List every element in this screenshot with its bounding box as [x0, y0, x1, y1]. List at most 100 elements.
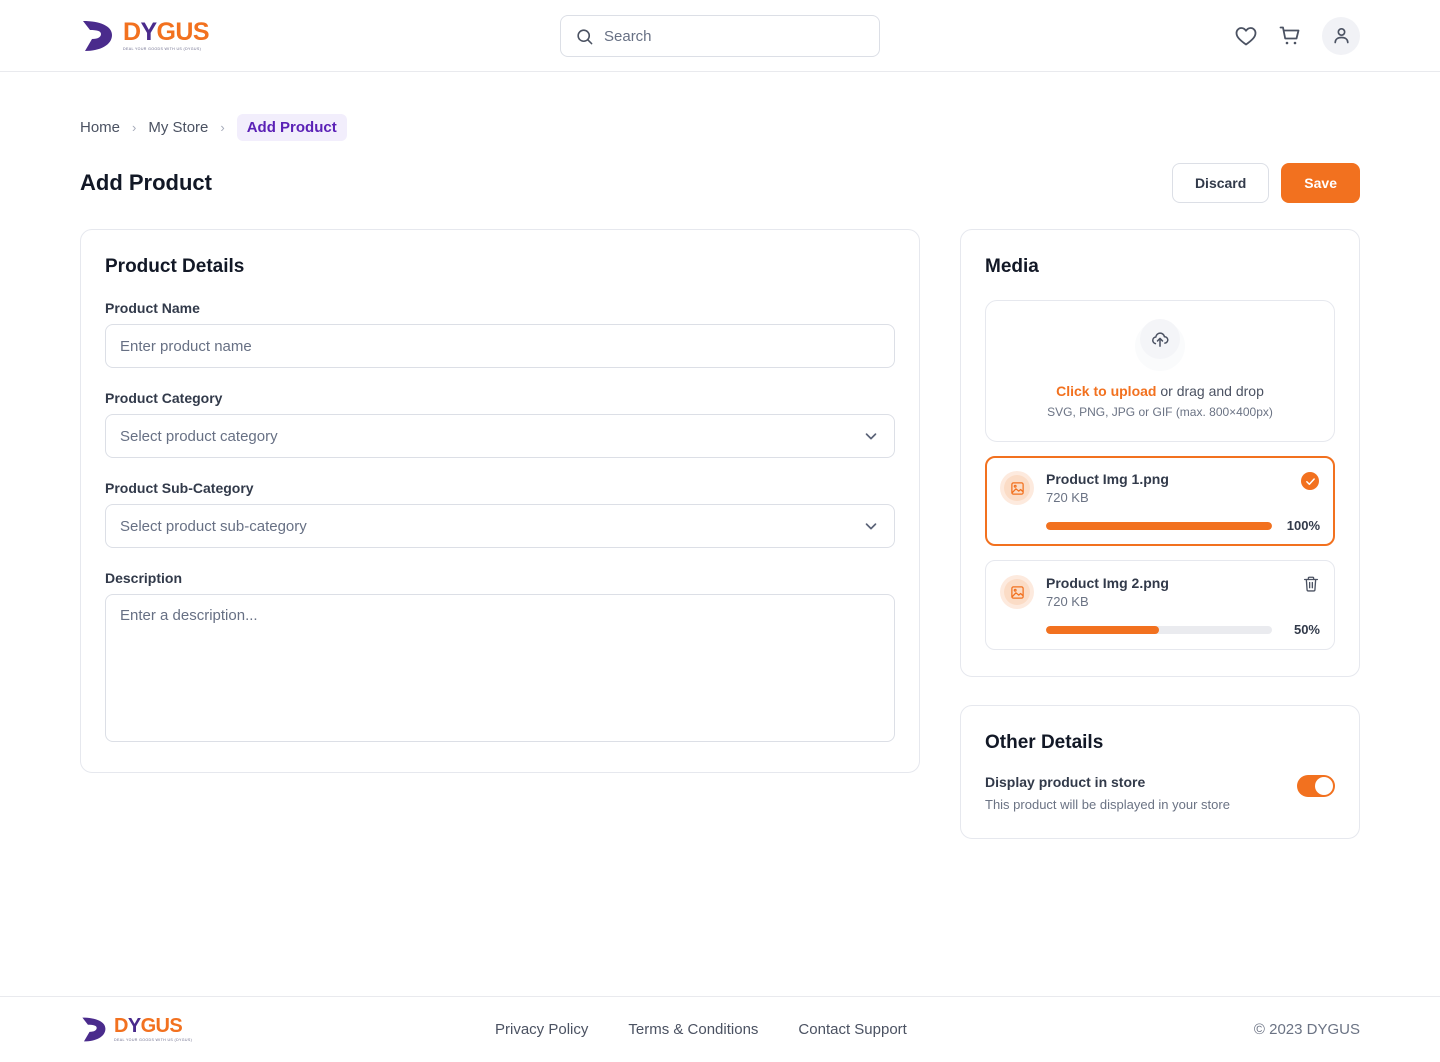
- progress-track: [1046, 625, 1272, 634]
- description-group: Description Enter a description...: [105, 570, 895, 742]
- file-name: Product Img 1.png: [1046, 471, 1169, 487]
- brand-wordmark: DYGUS DEAL YOUR GOODS WITH US (DYGUS): [123, 17, 210, 52]
- description-label: Description: [105, 570, 183, 586]
- avatar[interactable]: [1322, 16, 1360, 55]
- search-input[interactable]: Search: [560, 15, 880, 57]
- save-button[interactable]: Save: [1281, 163, 1360, 203]
- brand-name: DYGUS: [123, 17, 210, 46]
- footer-brand-tagline: DEAL YOUR GOODS WITH US (DYGUS): [114, 1038, 193, 1043]
- content-columns: Product Details Product Name Enter produ…: [80, 229, 1360, 839]
- upload-icon-inner: [1140, 319, 1180, 359]
- other-details-card: Other Details Display product in store T…: [960, 705, 1360, 839]
- discard-button[interactable]: Discard: [1171, 163, 1270, 203]
- header-icon-group: [1234, 16, 1360, 55]
- breadcrumb: Home › My Store › Add Product: [80, 114, 1360, 141]
- file-progress-row: 50%: [1046, 622, 1320, 637]
- footer-links: Privacy Policy Terms & Conditions Contac…: [495, 1021, 907, 1038]
- footer-link-terms-conditions[interactable]: Terms & Conditions: [628, 1021, 758, 1038]
- page-title: Add Product: [80, 170, 212, 195]
- media-file-item[interactable]: Product Img 2.png 720 KB 50%: [985, 560, 1335, 650]
- footer-logo[interactable]: DYGUS DEAL YOUR GOODS WITH US (DYGUS): [80, 1016, 192, 1043]
- file-thumbnail: [1000, 575, 1034, 609]
- product-name-placeholder: Enter product name: [120, 337, 252, 355]
- product-details-heading: Product Details: [105, 256, 245, 277]
- product-subcategory-placeholder: Select product sub-category: [120, 517, 307, 535]
- heart-icon[interactable]: [1234, 24, 1258, 48]
- file-size: 720 KB: [1046, 594, 1089, 609]
- brand-logo[interactable]: DYGUS DEAL YOUR GOODS WITH US (DYGUS): [80, 17, 210, 53]
- description-textarea[interactable]: Enter a description...: [105, 594, 895, 742]
- file-thumbnail: [1000, 471, 1034, 505]
- drag-drop-text: or drag and drop: [1156, 383, 1264, 399]
- footer-wordmark: DYGUS DEAL YOUR GOODS WITH US (DYGUS): [114, 1016, 192, 1043]
- product-category-select[interactable]: Select product category: [105, 414, 895, 458]
- file-info: Product Img 1.png 720 KB 100%: [1046, 471, 1320, 533]
- progress-fill: [1046, 625, 1159, 634]
- upload-dropzone[interactable]: Click to upload or drag and drop SVG, PN…: [985, 300, 1335, 442]
- file-size: 720 KB: [1046, 490, 1089, 505]
- click-to-upload-link[interactable]: Click to upload: [1056, 383, 1156, 399]
- dygus-logo-mark: [83, 20, 112, 51]
- trash-icon: [1303, 576, 1319, 592]
- media-heading: Media: [985, 256, 1039, 277]
- search-placeholder: Search: [604, 27, 652, 45]
- file-delete-action[interactable]: [1302, 575, 1320, 598]
- breadcrumb-separator-icon: ›: [220, 120, 225, 135]
- display-in-store-toggle[interactable]: [1297, 775, 1335, 797]
- product-subcategory-label: Product Sub-Category: [105, 480, 254, 496]
- description-placeholder: Enter a description...: [120, 607, 258, 624]
- product-category-group: Product Category Select product category: [105, 390, 895, 458]
- product-subcategory-select[interactable]: Select product sub-category: [105, 504, 895, 548]
- cloud-upload-icon: [1152, 332, 1169, 347]
- user-icon: [1333, 28, 1349, 44]
- left-column: Product Details Product Name Enter produ…: [80, 229, 920, 773]
- image-icon: [1010, 585, 1024, 599]
- file-info: Product Img 2.png 720 KB 50%: [1046, 575, 1320, 637]
- copyright: © 2023 DYGUS: [1253, 1021, 1360, 1038]
- upload-main-text: Click to upload or drag and drop: [1002, 383, 1318, 399]
- product-name-group: Product Name Enter product name: [105, 300, 895, 368]
- footer-link-privacy-policy[interactable]: Privacy Policy: [495, 1021, 588, 1038]
- upload-icon-wrap: [1135, 319, 1185, 371]
- display-in-store-label: Display product in store: [985, 774, 1146, 790]
- progress-track: [1046, 521, 1272, 530]
- file-status-action[interactable]: [1301, 472, 1319, 490]
- product-category-placeholder: Select product category: [120, 427, 278, 445]
- chevron-down-icon: [865, 523, 877, 530]
- right-column: Media Click to upload or drag and drop S…: [960, 229, 1360, 839]
- product-name-input[interactable]: Enter product name: [105, 324, 895, 368]
- image-icon: [1010, 481, 1024, 495]
- footer-link-contact-support[interactable]: Contact Support: [798, 1021, 906, 1038]
- chevron-down-icon: [865, 433, 877, 440]
- footer-brand-name: DYGUS: [114, 1015, 183, 1038]
- dygus-logo-mark: [82, 1017, 106, 1042]
- progress-label: 50%: [1293, 622, 1320, 637]
- upload-hint: SVG, PNG, JPG or GIF (max. 800×400px): [1047, 405, 1273, 419]
- product-category-label: Product Category: [105, 390, 223, 406]
- page-body: Home › My Store › Add Product Add Produc…: [0, 114, 1440, 839]
- media-card: Media Click to upload or drag and drop S…: [960, 229, 1360, 677]
- breadcrumb-separator-icon: ›: [132, 120, 137, 135]
- product-details-card: Product Details Product Name Enter produ…: [80, 229, 920, 773]
- breadcrumb-item-add-product[interactable]: Add Product: [236, 114, 347, 141]
- app-footer: DYGUS DEAL YOUR GOODS WITH US (DYGUS) Pr…: [0, 996, 1440, 1062]
- progress-fill: [1046, 521, 1272, 530]
- media-file-item[interactable]: Product Img 1.png 720 KB 100%: [985, 456, 1335, 546]
- product-name-label: Product Name: [105, 300, 200, 316]
- display-in-store-description: This product will be displayed in your s…: [985, 797, 1230, 812]
- cart-icon[interactable]: [1278, 24, 1302, 48]
- page-actions: Discard Save: [1171, 163, 1360, 203]
- breadcrumb-item-my-store[interactable]: My Store: [148, 119, 208, 136]
- file-progress-row: 100%: [1046, 518, 1320, 533]
- page-header-row: Add Product Discard Save: [80, 163, 1360, 203]
- progress-label: 100%: [1286, 518, 1320, 533]
- display-in-store-text: Display product in store This product wi…: [985, 774, 1230, 812]
- file-name: Product Img 2.png: [1046, 575, 1169, 591]
- display-in-store-row: Display product in store This product wi…: [985, 774, 1335, 812]
- app-header: DYGUS DEAL YOUR GOODS WITH US (DYGUS) Se…: [0, 0, 1440, 72]
- product-subcategory-group: Product Sub-Category Select product sub-…: [105, 480, 895, 548]
- other-details-heading: Other Details: [985, 732, 1104, 753]
- check-circle-icon: [1301, 472, 1319, 490]
- breadcrumb-item-home[interactable]: Home: [80, 119, 120, 136]
- search-icon: [577, 28, 593, 44]
